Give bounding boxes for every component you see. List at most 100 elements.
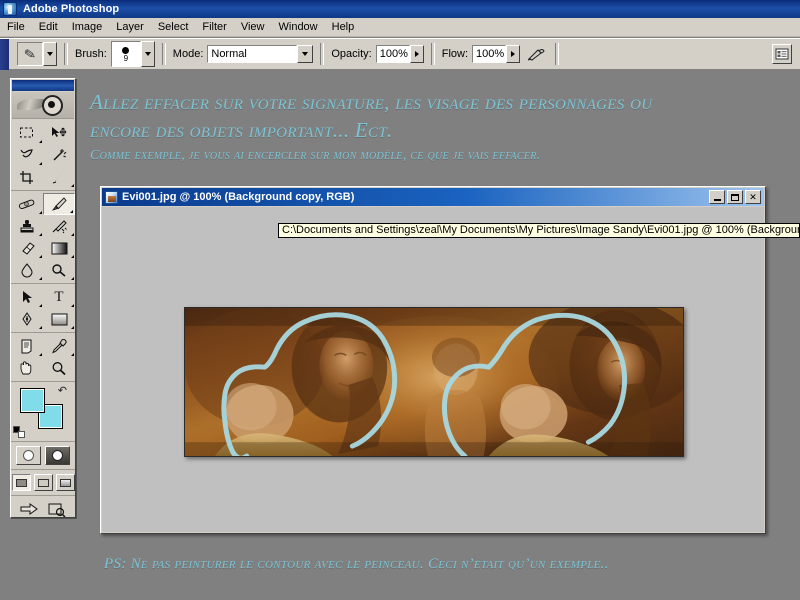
opacity-slider-button[interactable] — [409, 45, 424, 63]
tool-path-selection[interactable] — [11, 286, 43, 308]
full-screen-with-menubar-icon[interactable] — [33, 474, 53, 491]
tool-clone-stamp[interactable] — [11, 215, 43, 237]
jump-row — [11, 496, 75, 522]
tool-type[interactable]: T — [43, 286, 75, 308]
menu-filter[interactable]: Filter — [195, 19, 233, 36]
document-canvas-area[interactable] — [102, 207, 764, 532]
photoshop-eye-feather-logo-icon — [12, 92, 74, 119]
menu-window[interactable]: Window — [272, 19, 325, 36]
color-swatch-section: ↶ — [11, 382, 75, 442]
type-T-icon: T — [54, 288, 64, 305]
tool-healing-brush[interactable] — [11, 193, 43, 215]
menu-file[interactable]: File — [0, 19, 32, 36]
slice-knife-icon — [52, 170, 64, 183]
jump-to-imageready-icon[interactable] — [19, 500, 41, 519]
menu-view[interactable]: View — [234, 19, 272, 36]
flow-value[interactable]: 100% — [472, 45, 507, 63]
move-icon — [51, 126, 66, 137]
image-canvas[interactable] — [184, 307, 684, 457]
quick-mask-mode-icon[interactable] — [45, 446, 70, 465]
document-thumbnail-icon — [105, 190, 118, 204]
jump-arrow-glyph — [20, 503, 38, 515]
opacity-value[interactable]: 100% — [375, 45, 410, 63]
options-separator-5 — [555, 43, 560, 65]
opacity-control[interactable]: 100% — [375, 45, 424, 63]
crop-icon — [20, 170, 33, 184]
tool-crop[interactable] — [11, 166, 43, 188]
tool-group-utility — [11, 333, 75, 382]
tool-eraser[interactable] — [11, 237, 43, 259]
foreground-color-swatch[interactable] — [20, 388, 45, 413]
tool-rectangular-marquee[interactable] — [11, 122, 43, 144]
blend-mode-combobox[interactable]: Normal — [207, 45, 314, 63]
flow-control[interactable]: 100% — [472, 45, 521, 63]
standard-screen-mode-icon[interactable] — [11, 474, 31, 491]
options-separator-2 — [161, 43, 166, 65]
tool-pen[interactable] — [11, 308, 43, 330]
maximize-button[interactable] — [727, 190, 743, 204]
flyout-triangle-icon — [39, 353, 42, 356]
pen-nib-icon — [22, 311, 32, 326]
feather-icon — [17, 99, 45, 110]
tool-options-bar: ✎ Brush: 9 Mode: Normal Opacity: 100% Fl… — [0, 38, 800, 70]
tool-lasso[interactable] — [11, 144, 43, 166]
menu-image[interactable]: Image — [65, 19, 110, 36]
footer-note: PS: Ne pas peinturer le contour avec le … — [104, 556, 609, 572]
options-separator-4 — [430, 43, 435, 65]
chevron-down-icon — [302, 52, 309, 56]
application-title: Adobe Photoshop — [23, 3, 120, 15]
options-separator-3 — [320, 43, 325, 65]
close-button[interactable]: ✕ — [745, 190, 761, 204]
tool-dodge[interactable] — [43, 259, 75, 281]
document-titlebar[interactable]: Evi001.jpg @ 100% (Background copy, RGB)… — [102, 188, 764, 206]
tool-eyedropper[interactable] — [43, 335, 75, 357]
tool-brush[interactable] — [43, 193, 75, 215]
window-controls: ✕ — [709, 190, 761, 204]
flyout-triangle-icon — [39, 211, 42, 214]
flyout-triangle-icon — [39, 255, 42, 258]
menu-edit[interactable]: Edit — [32, 19, 65, 36]
tool-preset-dropdown-button[interactable] — [43, 42, 57, 66]
brush-preview[interactable]: 9 — [110, 41, 141, 67]
history-brush-icon — [52, 219, 67, 233]
menu-help[interactable]: Help — [325, 19, 362, 36]
jump-preview-icon[interactable] — [46, 500, 68, 519]
blend-mode-dropdown-button[interactable] — [297, 45, 314, 63]
tool-gradient[interactable] — [43, 237, 75, 259]
brush-preset-dropdown-button[interactable] — [140, 41, 155, 67]
tool-history-brush[interactable] — [43, 215, 75, 237]
tool-group-retouch — [11, 191, 75, 284]
toolbox-titlebar[interactable] — [12, 80, 74, 91]
edit-mode-row — [11, 442, 75, 470]
hand-icon — [20, 360, 32, 374]
menu-layer[interactable]: Layer — [109, 19, 151, 36]
standard-mode-icon[interactable] — [16, 446, 41, 465]
tool-magic-wand[interactable] — [43, 144, 75, 166]
paintbrush-icon — [51, 196, 67, 211]
flyout-triangle-icon — [71, 233, 74, 236]
default-colors-icon[interactable] — [13, 426, 25, 438]
tool-slice[interactable] — [43, 166, 75, 188]
tool-notes[interactable] — [11, 335, 43, 357]
palette-well-icon[interactable] — [772, 44, 792, 64]
flow-slider-button[interactable] — [506, 45, 521, 63]
tool-group-vector: T — [11, 284, 75, 333]
brush-size-value: 9 — [123, 53, 129, 63]
tool-move[interactable] — [43, 122, 75, 144]
tool-preset-picker[interactable]: ✎ — [17, 42, 57, 66]
full-screen-mode-icon[interactable] — [55, 474, 75, 491]
airbrush-icon[interactable] — [524, 43, 548, 65]
menu-select[interactable]: Select — [151, 19, 196, 36]
minimize-button[interactable] — [709, 190, 725, 204]
eyedropper-icon — [52, 338, 67, 353]
tool-zoom[interactable] — [43, 357, 75, 379]
swap-colors-icon[interactable]: ↶ — [58, 386, 67, 397]
preview-glyph — [48, 503, 65, 517]
tool-rectangle-shape[interactable] — [43, 308, 75, 330]
lasso-icon — [20, 148, 33, 157]
instruction-heading-line-1: Allez effacer sur votre signature, les v… — [90, 90, 653, 114]
tool-blur[interactable] — [11, 259, 43, 281]
flyout-triangle-icon — [39, 304, 42, 307]
tool-hand[interactable] — [11, 357, 43, 379]
options-bar-gripper[interactable] — [0, 38, 9, 70]
